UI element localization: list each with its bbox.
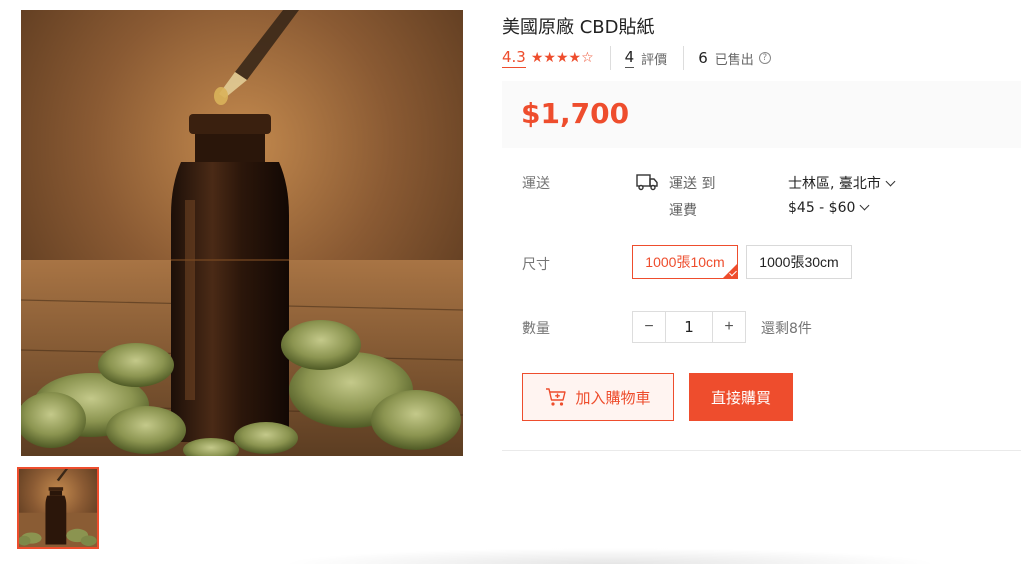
review-count[interactable]: 4	[624, 48, 635, 68]
cart-add-icon	[546, 388, 567, 406]
quantity-stepper: − 1 +	[632, 311, 746, 343]
variation-option-1000-10cm[interactable]: 1000張10cm	[632, 245, 738, 279]
variation-option-1000-30cm[interactable]: 1000張30cm	[746, 245, 852, 279]
quantity-label: 數量	[522, 321, 550, 337]
product-price: $1,700	[521, 97, 630, 130]
add-to-cart-button[interactable]: 加入購物車	[522, 373, 674, 421]
help-icon[interactable]: ?	[758, 52, 771, 64]
truck-icon	[636, 174, 658, 191]
shipping-fee-select[interactable]: $45 - $60	[788, 200, 870, 216]
sold-count-label: 已售出	[714, 52, 754, 68]
shipping-location-select[interactable]: 士林區, 臺北市	[788, 173, 896, 193]
shipping-location: 士林區, 臺北市	[788, 176, 881, 192]
shipping-label: 運送	[522, 176, 550, 192]
add-to-cart-label: 加入購物車	[575, 389, 651, 407]
price-section: $1,700	[502, 81, 1021, 148]
product-main-image[interactable]	[21, 10, 463, 456]
stock-remaining: 還剩8件	[761, 321, 812, 337]
review-count-label: 評價	[641, 52, 668, 68]
chevron-down-icon	[885, 176, 896, 187]
product-stats: 4.3 ★★★★☆ 4 評價 6 已售出 ?	[502, 46, 771, 70]
bottom-shadow	[280, 548, 940, 564]
variation-label: 尺寸	[522, 257, 550, 273]
chevron-down-icon	[859, 200, 870, 211]
product-thumbnail[interactable]	[17, 467, 99, 549]
stats-divider	[609, 46, 611, 70]
shipping-fee-label: 運費	[669, 203, 697, 219]
buy-now-button[interactable]: 直接購買	[689, 373, 793, 421]
variation-option-label: 1000張30cm	[759, 254, 839, 270]
shipping-fee: $45 - $60	[788, 200, 856, 216]
rating-value[interactable]: 4.3	[502, 48, 526, 68]
product-title: 美國原廠 CBD貼紙	[502, 17, 655, 38]
shipping-to-label: 運送 到	[669, 176, 716, 192]
sold-count: 6	[698, 49, 708, 67]
section-divider	[502, 450, 1021, 451]
star-rating-icon: ★★★★☆	[530, 50, 594, 66]
quantity-decrease-button[interactable]: −	[633, 312, 665, 342]
variation-option-label: 1000張10cm	[645, 254, 725, 270]
stats-divider	[683, 46, 685, 70]
quantity-input[interactable]: 1	[665, 312, 713, 342]
quantity-increase-button[interactable]: +	[713, 312, 745, 342]
